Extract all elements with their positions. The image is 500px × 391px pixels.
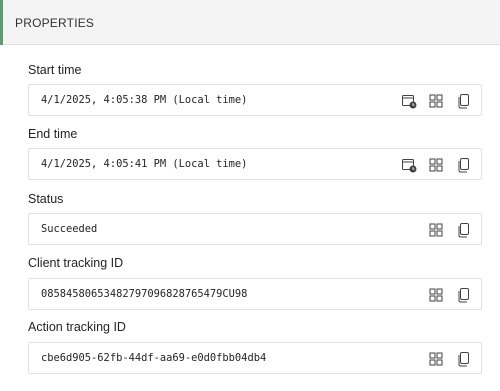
field-label-client-tracking-id: Client tracking ID xyxy=(28,256,124,270)
field-label-start-time: Start time xyxy=(28,63,82,77)
field-label-status: Status xyxy=(28,192,64,206)
field-value-status: Succeeded xyxy=(41,223,98,235)
grid-icon[interactable] xyxy=(426,220,446,240)
time-icon[interactable] xyxy=(399,91,419,111)
field-client-tracking-id: 08584580653482797096828765479CU98 xyxy=(28,278,482,310)
copy-icon[interactable] xyxy=(454,91,474,111)
field-label-action-tracking-id: Action tracking ID xyxy=(28,320,126,334)
time-icon[interactable] xyxy=(399,155,419,175)
header-accent-bar xyxy=(0,0,3,45)
copy-icon[interactable] xyxy=(454,220,474,240)
field-value-action-tracking-id: cbe6d905-62fb-44df-aa69-e0d0fbb04db4 xyxy=(41,352,267,364)
field-action-tracking-id: cbe6d905-62fb-44df-aa69-e0d0fbb04db4 xyxy=(28,342,482,374)
copy-icon[interactable] xyxy=(454,155,474,175)
field-status: Succeeded xyxy=(28,213,482,245)
field-value-client-tracking-id: 08584580653482797096828765479CU98 xyxy=(41,288,248,300)
field-start-time: 4/1/2025, 4:05:38 PM (Local time) xyxy=(28,84,482,116)
field-value-end-time: 4/1/2025, 4:05:41 PM (Local time) xyxy=(41,158,248,170)
field-end-time: 4/1/2025, 4:05:41 PM (Local time) xyxy=(28,148,482,180)
grid-icon[interactable] xyxy=(426,349,446,369)
grid-icon[interactable] xyxy=(426,285,446,305)
copy-icon[interactable] xyxy=(454,285,474,305)
grid-icon[interactable] xyxy=(426,155,446,175)
field-label-end-time: End time xyxy=(28,127,78,141)
field-value-start-time: 4/1/2025, 4:05:38 PM (Local time) xyxy=(41,94,248,106)
panel-title: PROPERTIES xyxy=(15,16,95,30)
properties-header: PROPERTIES xyxy=(0,0,500,45)
copy-icon[interactable] xyxy=(454,349,474,369)
grid-icon[interactable] xyxy=(426,91,446,111)
